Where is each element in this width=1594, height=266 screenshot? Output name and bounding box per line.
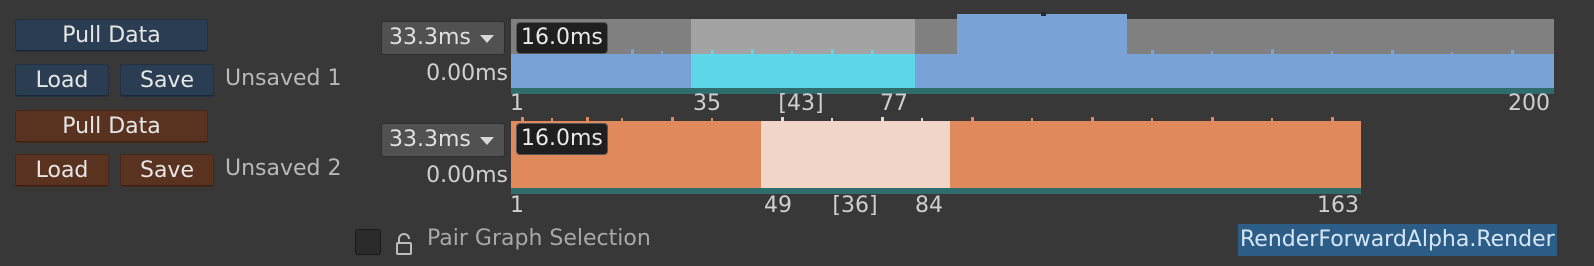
selected-value-badge-2: 16.0ms [516,123,608,155]
session-name-1: Unsaved 1 [225,66,342,91]
tick-end-2: 163 [1317,193,1359,218]
session-name-2: Unsaved 2 [225,156,342,181]
tick-range-2: [36] [832,193,878,218]
scale-dropdown-1[interactable]: 33.3ms [381,21,505,55]
profile-analyzer-panel: Pull Data Load Save Unsaved 1 Pull Data … [0,0,1594,266]
save-button-1[interactable]: Save [120,64,214,97]
scale-value-1: 33.3ms [389,25,471,50]
scale-dropdown-2[interactable]: 33.3ms [381,123,505,157]
tick-end-1: 200 [1508,91,1550,116]
chevron-down-icon [480,35,494,43]
scale-value-2: 33.3ms [389,127,471,152]
pair-graph-selection-label: Pair Graph Selection [427,226,651,251]
tick-sel-start-1: 35 [693,91,721,116]
tick-start-1: 1 [510,91,524,116]
tick-range-1: [43] [778,91,824,116]
lock-icon[interactable] [393,232,415,256]
tick-sel-end-1: 77 [880,91,908,116]
load-button-1[interactable]: Load [15,64,109,97]
frame-graph-1[interactable]: 16.0ms [511,12,1554,94]
load-button-2[interactable]: Load [15,154,109,187]
tick-sel-end-2: 84 [915,193,943,218]
frame-graph-1-svg [511,12,1554,94]
tick-sel-start-2: 49 [764,193,792,218]
pull-data-button-1[interactable]: Pull Data [15,19,208,52]
tick-start-2: 1 [510,193,524,218]
frame-graph-2-svg [511,117,1361,194]
chevron-down-icon [480,137,494,145]
selected-marker-name[interactable]: RenderForwardAlpha.Render [1238,224,1557,256]
selected-value-badge-1: 16.0ms [516,22,608,54]
min-label-1: 0.00ms [426,61,508,86]
pair-graph-selection-checkbox[interactable] [355,229,381,255]
frame-graph-2[interactable]: 16.0ms [511,115,1361,194]
min-label-2: 0.00ms [426,163,508,188]
save-button-2[interactable]: Save [120,154,214,187]
pull-data-button-2[interactable]: Pull Data [15,110,208,143]
